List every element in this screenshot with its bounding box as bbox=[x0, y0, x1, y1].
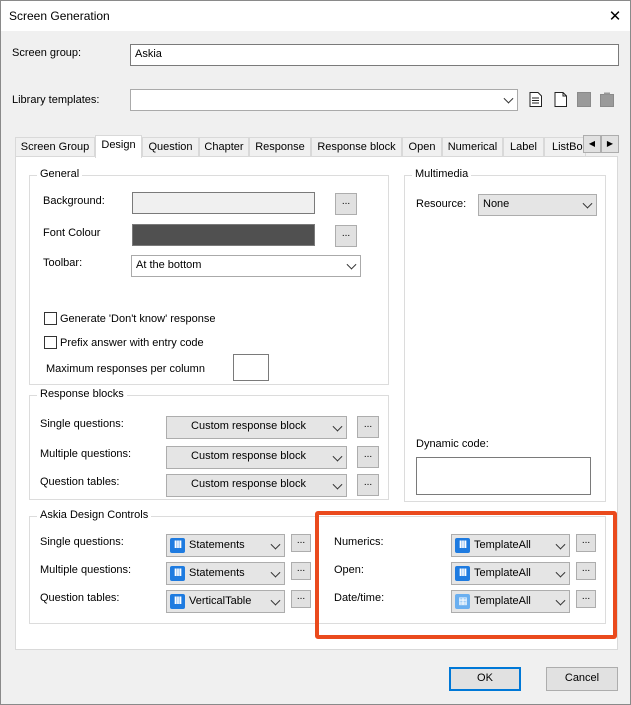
multimedia-group-title: Multimedia bbox=[412, 168, 472, 180]
delete-icon[interactable] bbox=[600, 92, 614, 107]
dynamic-code-label: Dynamic code: bbox=[416, 438, 489, 450]
ok-button[interactable]: OK bbox=[449, 667, 521, 691]
chevron-down-icon bbox=[332, 451, 343, 462]
library-templates-label: Library templates: bbox=[12, 94, 100, 106]
new-document-icon[interactable] bbox=[554, 92, 567, 107]
adc-bars-icon: llll bbox=[170, 594, 185, 609]
tab-scroll-right-button[interactable]: ▶ bbox=[601, 135, 619, 153]
prefix-checkbox[interactable] bbox=[44, 336, 57, 349]
adc-single-label: Single questions: bbox=[40, 536, 124, 548]
tab-screen-group[interactable]: Screen Group bbox=[15, 137, 95, 157]
background-label: Background: bbox=[43, 195, 105, 207]
adc-multiple-label: Multiple questions: bbox=[40, 564, 132, 576]
tab-design[interactable]: Design bbox=[95, 135, 142, 158]
resource-label: Resource: bbox=[416, 198, 467, 210]
max-responses-label: Maximum responses per column bbox=[46, 363, 205, 375]
toolbar-label: Toolbar: bbox=[43, 257, 83, 269]
cancel-button[interactable]: Cancel bbox=[546, 667, 618, 691]
font-colour-label: Font Colour bbox=[43, 227, 101, 239]
background-ellipsis-button[interactable]: ... bbox=[335, 193, 357, 215]
screen-group-label: Screen group: bbox=[12, 47, 82, 59]
tab-question[interactable]: Question bbox=[142, 137, 199, 157]
chevron-down-icon bbox=[332, 421, 343, 432]
adc-multiple-select[interactable]: llll Statements bbox=[166, 562, 285, 585]
tab-response[interactable]: Response bbox=[249, 137, 311, 157]
close-icon[interactable]: ✕ bbox=[600, 1, 630, 31]
multimedia-group: Multimedia bbox=[404, 168, 606, 502]
font-colour-field[interactable] bbox=[132, 224, 315, 246]
toolbar-select[interactable]: At the bottom bbox=[131, 255, 361, 277]
chevron-down-icon bbox=[270, 595, 281, 606]
tab-listbox[interactable]: ListBo bbox=[544, 137, 586, 157]
background-colour-field[interactable] bbox=[132, 192, 315, 214]
adc-single-select[interactable]: llll Statements bbox=[166, 534, 285, 557]
rb-multiple-ellipsis-button[interactable]: ... bbox=[357, 446, 379, 468]
dynamic-code-input[interactable] bbox=[416, 457, 591, 495]
rb-multiple-select[interactable]: Custom response block bbox=[166, 446, 347, 469]
general-group-title: General bbox=[37, 168, 83, 180]
document-lines-icon[interactable] bbox=[529, 92, 542, 107]
prefix-label: Prefix answer with entry code bbox=[60, 337, 204, 349]
screen-generation-dialog: Screen Generation ✕ Screen group: Askia … bbox=[0, 0, 631, 705]
rb-single-ellipsis-button[interactable]: ... bbox=[357, 416, 379, 438]
tab-strip: Screen Group Design Question Chapter Res… bbox=[15, 135, 619, 158]
max-responses-input[interactable] bbox=[233, 354, 269, 381]
window-title: Screen Generation bbox=[9, 9, 110, 23]
adc-bars-icon: llll bbox=[170, 566, 185, 581]
rb-tables-label: Question tables: bbox=[40, 476, 120, 488]
tab-numerical[interactable]: Numerical bbox=[442, 137, 503, 157]
rb-tables-select[interactable]: Custom response block bbox=[166, 474, 347, 497]
rb-multiple-label: Multiple questions: bbox=[40, 448, 132, 460]
tab-label[interactable]: Label bbox=[503, 137, 544, 157]
screen-group-input[interactable]: Askia bbox=[130, 44, 619, 66]
library-templates-select[interactable] bbox=[130, 89, 518, 111]
highlight-annotation bbox=[315, 511, 617, 639]
font-colour-ellipsis-button[interactable]: ... bbox=[335, 225, 357, 247]
tab-response-block[interactable]: Response block bbox=[311, 137, 402, 157]
rb-tables-ellipsis-button[interactable]: ... bbox=[357, 474, 379, 496]
chevron-down-icon bbox=[332, 479, 343, 490]
adc-tables-ellipsis-button[interactable]: ... bbox=[291, 590, 311, 608]
rb-single-label: Single questions: bbox=[40, 418, 124, 430]
adc-tables-select[interactable]: llll VerticalTable bbox=[166, 590, 285, 613]
save-icon[interactable] bbox=[577, 92, 591, 107]
adc-bars-icon: llll bbox=[170, 538, 185, 553]
response-blocks-group-title: Response blocks bbox=[37, 388, 127, 400]
tab-chapter[interactable]: Chapter bbox=[199, 137, 249, 157]
rb-single-select[interactable]: Custom response block bbox=[166, 416, 347, 439]
adc-group-title: Askia Design Controls bbox=[37, 509, 152, 521]
tab-open[interactable]: Open bbox=[402, 137, 442, 157]
title-bar: Screen Generation ✕ bbox=[1, 1, 630, 31]
dont-know-label: Generate 'Don't know' response bbox=[60, 313, 216, 325]
adc-single-ellipsis-button[interactable]: ... bbox=[291, 534, 311, 552]
dont-know-checkbox[interactable] bbox=[44, 312, 57, 325]
chevron-down-icon bbox=[270, 567, 281, 578]
resource-select[interactable]: None bbox=[478, 194, 597, 216]
chevron-down-icon bbox=[582, 198, 593, 209]
adc-multiple-ellipsis-button[interactable]: ... bbox=[291, 562, 311, 580]
chevron-down-icon bbox=[346, 259, 357, 270]
tab-scroll-left-button[interactable]: ◀ bbox=[583, 135, 601, 153]
chevron-down-icon bbox=[503, 93, 514, 104]
adc-tables-label: Question tables: bbox=[40, 592, 120, 604]
chevron-down-icon bbox=[270, 539, 281, 550]
